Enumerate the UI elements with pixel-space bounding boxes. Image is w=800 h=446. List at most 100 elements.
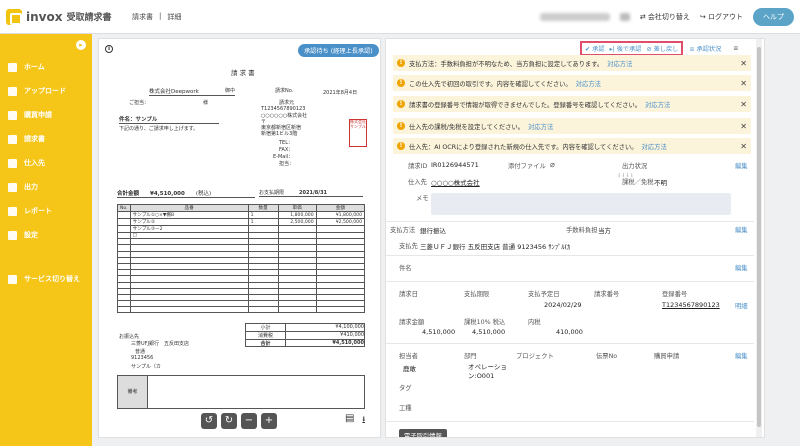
pay-to-label: 支払先: [399, 243, 418, 250]
upload-icon: [8, 86, 17, 96]
collapse-sidebar-icon[interactable]: ▸: [76, 40, 86, 50]
breadcrumb-separator: |: [159, 11, 162, 20]
due-date-label: 支払期限: [464, 291, 490, 298]
e-transaction-tag[interactable]: 電子取引情報: [399, 429, 447, 437]
doc-due: 2021/8/31: [299, 190, 328, 196]
supplier-link[interactable]: ○○○○株式会社: [431, 177, 480, 187]
doc-tax-note: (税込): [195, 191, 212, 197]
rotate-left-icon: ↺: [204, 415, 214, 426]
rotate-right-button[interactable]: ↻: [221, 413, 237, 429]
doc-greeting: 下記の通り、ご請求申し上げます。: [119, 126, 199, 132]
sidebar-item-settings[interactable]: 設定: [8, 230, 38, 240]
divider: [386, 421, 754, 422]
invoice-image: 請 求 書 2021年8月4日 請求No. 株式会社Deepwork 御中 ご担…: [113, 63, 367, 413]
edit-classification-link[interactable]: 編集: [735, 351, 748, 360]
sidebar-item-label: ホーム: [24, 63, 45, 71]
breadcrumb-parent[interactable]: 請求書: [132, 12, 153, 22]
switch-icon: [8, 274, 17, 284]
rotate-right-icon: ↻: [224, 415, 234, 426]
divider: [386, 281, 754, 282]
tax-value: ¥410,000: [340, 332, 364, 338]
sum-label: 合計: [246, 340, 286, 347]
info-icon[interactable]: i: [105, 45, 113, 53]
sidebar-item-switch-service[interactable]: サービス切り替え: [8, 274, 80, 284]
close-icon[interactable]: ✕: [740, 59, 747, 68]
divider: [386, 255, 754, 256]
scrollbar-thumb[interactable]: [757, 47, 761, 427]
warning-icon: !: [397, 59, 405, 67]
close-icon[interactable]: ✕: [740, 122, 747, 131]
approve-later-label: 後で承認: [616, 46, 642, 53]
sidebar-item-home[interactable]: ホーム: [8, 62, 45, 72]
amount-value: 4,510,000: [422, 328, 456, 336]
detail-link[interactable]: 明細: [735, 301, 748, 310]
status-badge: 承認待ち (経理上長承認): [298, 44, 379, 57]
menu-icon[interactable]: ≡: [733, 45, 738, 52]
close-icon[interactable]: ✕: [740, 79, 747, 88]
help-button[interactable]: ヘルプ: [753, 8, 794, 26]
how-to-link[interactable]: 対応方法: [576, 79, 601, 88]
doc-bank2: 普通: [135, 349, 146, 355]
how-to-link[interactable]: 対応方法: [528, 122, 553, 131]
invoice-date-label: 請求日: [399, 291, 418, 298]
zoom-out-button[interactable]: −: [241, 413, 257, 429]
how-to-link[interactable]: 対応方法: [607, 59, 632, 68]
scrollbar[interactable]: [756, 39, 762, 437]
doc-bank4: サンプル（カ: [131, 364, 161, 370]
how-to-link[interactable]: 対応方法: [642, 142, 667, 151]
warning-alert: ! この仕入先で初回の取引です。内容を確認してください。 対応方法 ✕: [393, 75, 751, 91]
doc-tel: TEL：: [279, 140, 293, 146]
top-bar: invox 受取請求書 請求書 | 詳細 ⇄ 会社切り替え ↪ ログアウト ヘル…: [0, 0, 800, 34]
close-icon[interactable]: ✕: [740, 100, 747, 109]
sidebar-item-export[interactable]: 出力: [8, 182, 38, 192]
send-back-button[interactable]: ⊘ 差し戻し: [646, 44, 678, 53]
fee-value: 当方: [598, 227, 611, 235]
how-to-link[interactable]: 対応方法: [645, 100, 670, 109]
app-name: 受取請求書: [66, 13, 112, 23]
edit-basic-link[interactable]: 編集: [735, 161, 748, 170]
sum-value: ¥4,510,000: [332, 340, 364, 346]
download-icon[interactable]: ⭳: [362, 413, 366, 430]
sidebar-item-purchase[interactable]: 購買申請: [8, 110, 52, 120]
switch-company-button[interactable]: ⇄ 会社切り替え: [640, 12, 690, 22]
table-header: 金額: [315, 204, 366, 212]
logout-button[interactable]: ↪ ログアウト: [700, 12, 743, 22]
table-row: サンプル③ー2: [117, 225, 366, 233]
pay-method-label: 支払方法: [390, 227, 416, 234]
approve-later-button[interactable]: ▸| 後で承認: [610, 44, 642, 53]
close-icon[interactable]: ✕: [740, 142, 747, 151]
sidebar-item-supplier[interactable]: 仕入先: [8, 158, 45, 168]
breadcrumb-current: 詳細: [167, 12, 182, 21]
registration-no-link[interactable]: T1234567890123: [662, 301, 720, 309]
logo[interactable]: invox 受取請求書: [0, 8, 120, 25]
zoom-in-button[interactable]: +: [261, 413, 277, 429]
rotate-left-button[interactable]: ↺: [201, 413, 217, 429]
table-cell: サンプル②: [129, 218, 249, 226]
company-stamp: 株式会社サンプル: [349, 119, 367, 147]
approve-button[interactable]: ✔ 承認: [585, 44, 605, 53]
tax10-label: 課税10% 税込: [464, 319, 506, 326]
settings-icon: [8, 230, 17, 240]
minus-icon: −: [244, 415, 254, 426]
edit-payment-link[interactable]: 編集: [735, 225, 748, 234]
pdf-icon[interactable]: ▤: [345, 413, 354, 424]
paperclip-icon[interactable]: ⌀: [550, 160, 555, 169]
doc-fax: FAX：: [279, 147, 294, 153]
edit-subject-link[interactable]: 編集: [735, 263, 748, 272]
sidebar-item-upload[interactable]: アップロード: [8, 86, 66, 96]
plus-icon: +: [264, 415, 274, 426]
doc-title: 請 求 書: [231, 69, 255, 77]
warning-alert: ! 支払方法：手数料負担が不明なため、当方負担に設定してあります。 対応方法 ✕: [393, 55, 751, 71]
invoice-icon: [8, 134, 17, 144]
home-icon: [8, 62, 17, 72]
tax-type-value: 不明: [654, 179, 667, 187]
attachment-label: 添付ファイル: [508, 163, 546, 170]
person-value: 鹿敢: [403, 365, 416, 373]
memo-field[interactable]: [431, 193, 731, 215]
pay-method-value: 銀行振込: [420, 227, 446, 235]
stamp-text: 株式会社サンプル: [350, 119, 366, 129]
planned-date-value: 2024/02/29: [544, 301, 582, 309]
sidebar-item-invoice[interactable]: 請求書: [8, 134, 45, 144]
approval-status-button[interactable]: ≡ 承認状況: [689, 44, 721, 53]
sidebar-item-report[interactable]: レポート: [8, 206, 52, 216]
